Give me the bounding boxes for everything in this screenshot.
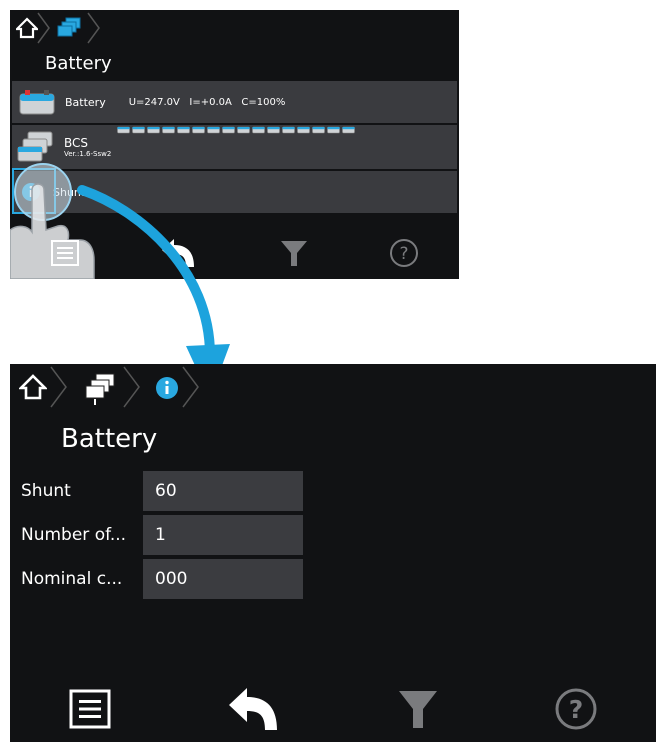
help-button[interactable]: ? — [389, 238, 419, 268]
filter-icon — [398, 691, 437, 728]
cell-icon — [117, 126, 130, 134]
cell-icon — [327, 126, 340, 134]
help-icon: ? — [389, 239, 418, 267]
battery-rack-icon[interactable] — [56, 16, 84, 40]
cell-icon — [312, 126, 325, 134]
cell-icon — [192, 126, 205, 134]
cell-icon — [267, 126, 280, 134]
field-label-nominal: Nominal c... — [21, 569, 123, 589]
battery-status: U=247.0V I=+0.0A C=100% — [128, 96, 286, 108]
footer-toolbar: ? — [10, 676, 656, 742]
breadcrumb-separator — [50, 366, 67, 408]
cell-icon — [237, 126, 250, 134]
bottom-screen: Battery Shunt 60 Number of... 1 Nominal … — [10, 364, 656, 742]
cell-icon — [252, 126, 265, 134]
breadcrumb-separator — [87, 12, 100, 44]
cell-icon — [177, 126, 190, 134]
cell-icon — [222, 126, 235, 134]
svg-text:?: ? — [569, 695, 584, 724]
cell-icon — [207, 126, 220, 134]
breadcrumb-separator — [182, 366, 199, 408]
cell-icon — [147, 126, 160, 134]
filter-button[interactable] — [397, 687, 439, 731]
nominal-field[interactable]: 000 — [143, 559, 303, 599]
shunt-field[interactable]: 60 — [143, 471, 303, 511]
field-label-number: Number of... — [21, 525, 127, 545]
cell-icon — [282, 126, 295, 134]
info-icon[interactable] — [155, 376, 179, 400]
transition-arrow — [77, 185, 230, 398]
svg-text:?: ? — [399, 244, 408, 264]
breadcrumb — [10, 364, 250, 410]
menu-icon — [69, 689, 111, 729]
menu-button[interactable] — [68, 688, 112, 730]
cell-icon — [132, 126, 145, 134]
row-label: Battery — [65, 95, 106, 109]
breadcrumb-separator — [37, 12, 50, 44]
number-field[interactable]: 1 — [143, 515, 303, 555]
cell-icon — [342, 126, 355, 134]
breadcrumb — [10, 10, 130, 46]
cell-icon — [162, 126, 175, 134]
battery-stack-icon — [17, 131, 53, 162]
battery-rack-icon[interactable] — [82, 372, 118, 406]
list-item-battery[interactable]: Battery U=247.0V I=+0.0A C=100% — [12, 81, 457, 123]
home-icon[interactable] — [16, 17, 38, 39]
help-icon: ? — [555, 688, 597, 730]
row-label: BCS — [64, 136, 89, 150]
page-title: Battery — [61, 424, 158, 454]
field-label-shunt: Shunt — [21, 481, 71, 501]
back-icon — [229, 688, 278, 730]
home-icon[interactable] — [19, 374, 47, 400]
filter-button[interactable] — [279, 238, 309, 268]
battery-icon — [19, 90, 55, 115]
help-button[interactable]: ? — [554, 687, 598, 731]
back-button[interactable] — [227, 686, 281, 732]
cell-icons — [117, 126, 355, 134]
filter-icon — [280, 241, 307, 266]
cell-icon — [297, 126, 310, 134]
breadcrumb-separator — [123, 366, 140, 408]
page-title: Battery — [45, 53, 112, 74]
